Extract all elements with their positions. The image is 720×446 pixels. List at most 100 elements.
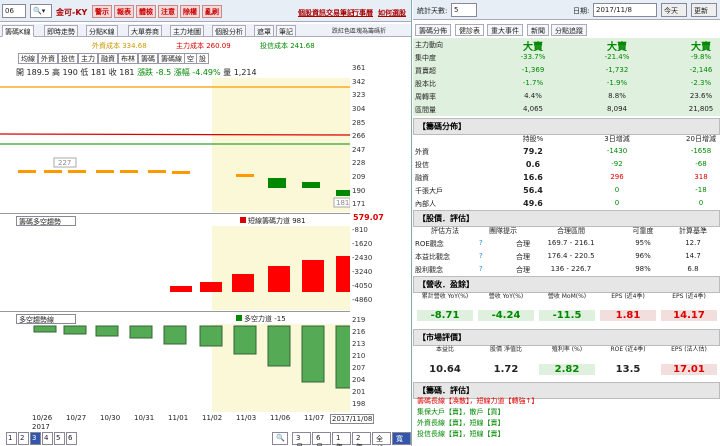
row-val: 4,065 [522, 105, 544, 113]
trend-chart[interactable] [0, 324, 350, 412]
today-button[interactable]: 今天 [661, 3, 687, 17]
val-val: 136 - 226.7 [550, 265, 592, 273]
btn-boll[interactable]: 布林 [118, 53, 138, 64]
chip-axis: -810 -1620 -2430 -3240 -4050 -4860 [352, 226, 411, 310]
howto-link[interactable]: 如何選股 [378, 8, 406, 18]
axis-tick: -3240 [352, 268, 373, 276]
page-button[interactable]: 4 [42, 432, 53, 445]
range-button[interactable]: 3月 [292, 432, 311, 446]
chip-line: 集保大戶【賣】，散戶【買】 [417, 408, 505, 416]
zoom-icon[interactable]: 🔍 [272, 432, 288, 445]
btn-main[interactable]: 主力 [78, 53, 98, 64]
days-select[interactable]: 5 [451, 3, 477, 17]
candle [148, 170, 166, 173]
toolbar: 06 🔍▾ 金可-KY 警示 報表 體檢 注意 除權 亂刷 個股資訊 交易筆記 … [0, 0, 411, 22]
price-chart[interactable]: 227 181 [0, 78, 350, 212]
notice-button[interactable]: 注意 [158, 5, 178, 18]
x-tick: 10/30 [100, 414, 121, 422]
range-button[interactable]: 寬縮 [392, 432, 411, 446]
tab-news[interactable]: 新聞 [527, 24, 549, 36]
page-button[interactable]: 3 [30, 432, 41, 445]
refresh-button[interactable]: 亂刷 [202, 5, 222, 18]
date-input[interactable]: 2017/11/8 [593, 3, 657, 17]
tab-events[interactable]: 重大事件 [487, 24, 523, 36]
stock-code-input[interactable]: 06 [2, 4, 26, 18]
chip-force-chart[interactable] [0, 226, 350, 310]
axis-tick: -4860 [352, 296, 373, 304]
report-button[interactable]: 報表 [114, 5, 134, 18]
range-button[interactable]: 1年 [332, 432, 351, 446]
tab-notes[interactable]: 筆記 [276, 25, 296, 37]
dist-val: 79.2 [523, 147, 543, 156]
range-button[interactable]: 6月 [312, 432, 331, 446]
tab-branch-k[interactable]: 分點K線 [86, 25, 118, 37]
candle [302, 182, 320, 188]
days-label: 統計天數: [417, 7, 448, 15]
dividend-button[interactable]: 除權 [180, 5, 200, 18]
btn-ma[interactable]: 均線 [18, 53, 38, 64]
row-val: 8,094 [606, 105, 628, 113]
help-icon[interactable]: ? [479, 252, 483, 260]
btn-trust[interactable]: 投信 [58, 53, 78, 64]
label-181: 181 [336, 199, 349, 207]
tab-health[interactable]: 健診表 [455, 24, 484, 36]
dist-header: 持股% 3日增減 20日增減 [413, 132, 720, 145]
indicator-select-1[interactable]: 籌碼多空趨勢 [16, 216, 76, 226]
calendar-link[interactable]: 行事曆 [352, 8, 373, 18]
btn-chipline[interactable]: 籌碼線 [158, 53, 185, 64]
mkt-h: EPS (法人估) [671, 346, 707, 353]
axis-tick: 219 [352, 316, 366, 324]
tab-analysis[interactable]: 個股分析 [212, 25, 246, 37]
help-icon[interactable]: ? [479, 239, 483, 247]
btn-margin[interactable]: 融資 [98, 53, 118, 64]
range-button[interactable]: 全部 [372, 432, 391, 446]
indicator-select-2[interactable]: 多空趨勢線 [16, 314, 76, 324]
trade-notes-link[interactable]: 交易筆記 [326, 8, 354, 18]
rev-h: 營收 YoY(%) [488, 293, 524, 300]
dist-val: -1430 [606, 147, 628, 155]
btn-foreign[interactable]: 外資 [38, 53, 58, 64]
val-header: 評估方法 團隊提示 合理區間 可靠度 計算基準 [413, 224, 720, 237]
x-year: 2017 [32, 423, 50, 431]
stock-info-link[interactable]: 個股資訊 [298, 8, 326, 18]
mkt-val: 2.82 [539, 364, 595, 375]
tab-main-map[interactable]: 主力地圖 [170, 25, 204, 37]
row-val: -21.4% [604, 53, 630, 61]
val-val: 169.7 - 216.1 [547, 239, 595, 247]
candle [336, 190, 350, 196]
dist-val: 56.4 [523, 186, 543, 195]
rev-val: -8.71 [417, 310, 473, 321]
chip-line: 投信長線【賣】，短線【賣】 [417, 430, 505, 438]
range-button[interactable]: 2年 [352, 432, 371, 446]
price-axis: 361 342 323 304 285 266 247 228 209 190 171 [352, 64, 411, 214]
checkup-button[interactable]: 體檢 [136, 5, 156, 18]
dist-h: 20日增減 [686, 135, 716, 143]
candle [172, 171, 190, 174]
page-button[interactable]: 2 [18, 432, 29, 445]
dist-val: 296 [610, 173, 624, 181]
mkt-val: 1.72 [493, 364, 519, 375]
val-key: 股利觀念 [415, 266, 443, 274]
alert-button[interactable]: 警示 [92, 5, 112, 18]
dist-row: 內部人 49.6 0 0 [413, 197, 720, 210]
row-key: 集中度 [415, 54, 436, 62]
tab-big-broker[interactable]: 大單券商 [128, 25, 162, 37]
tab-mask[interactable]: 遮罩 [254, 25, 274, 37]
dist-row: 千張大戶 56.4 0 -18 [413, 184, 720, 197]
refresh-button-right[interactable]: 更新 [691, 3, 717, 17]
btn-chip[interactable]: 籌碼 [138, 53, 158, 64]
btn-settings[interactable]: 設 [196, 53, 209, 64]
trend-bar [163, 325, 187, 345]
dist-val: 16.6 [523, 173, 543, 182]
page-button[interactable]: 1 [6, 432, 17, 445]
tab-realtime[interactable]: 即時走勢 [44, 25, 78, 37]
tab-chip-k[interactable]: 籌碼K線 [2, 25, 34, 37]
candle [236, 174, 254, 177]
tab-branch[interactable]: 分點追蹤 [551, 24, 587, 36]
row-key: 區間量 [415, 106, 436, 114]
page-button[interactable]: 6 [66, 432, 77, 445]
page-button[interactable]: 5 [54, 432, 65, 445]
help-icon[interactable]: ? [479, 265, 483, 273]
tab-chip-dist[interactable]: 籌碼分佈 [415, 24, 451, 36]
search-icon[interactable]: 🔍▾ [30, 4, 52, 18]
